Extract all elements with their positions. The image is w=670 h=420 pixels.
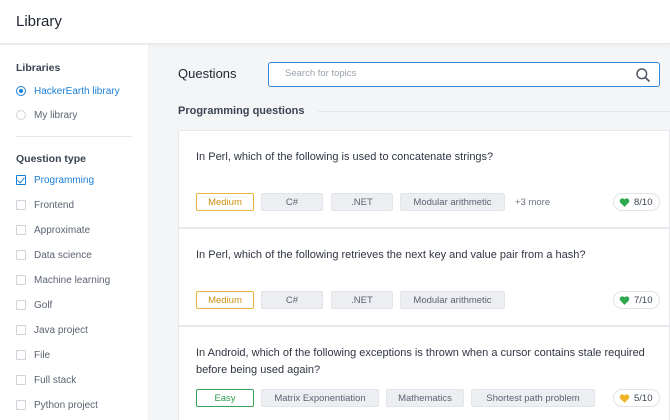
question-text[interactable]: In Perl, which of the following is used … [196, 149, 656, 166]
library-option-label: My library [34, 109, 78, 121]
question-type-label: Java project [34, 324, 88, 336]
library-option-hackerearth[interactable]: HackerEarth library [16, 83, 120, 99]
question-type-java-project[interactable]: Java project [16, 322, 88, 338]
question-type-label: Approximate [34, 224, 91, 236]
questions-title: Questions [178, 66, 237, 81]
checkbox-checked-icon[interactable] [16, 175, 26, 185]
question-type-label: Frontend [34, 199, 75, 211]
question-type-file[interactable]: File [16, 347, 50, 363]
score-value: 7/10 [634, 294, 653, 306]
question-card[interactable]: In Android, which of the following excep… [178, 326, 670, 420]
checkbox-icon[interactable] [16, 325, 26, 335]
sidebar: Libraries HackerEarth library My library… [0, 45, 149, 420]
tag-badge[interactable]: Matrix Exponentiation [261, 389, 379, 407]
search-box[interactable] [268, 62, 660, 87]
difficulty-badge: Medium [196, 291, 254, 309]
difficulty-badge: Medium [196, 193, 254, 211]
tag-badge[interactable]: C# [261, 291, 323, 309]
question-type-approximate[interactable]: Approximate [16, 222, 90, 238]
score-badge: 8/10 [613, 193, 660, 211]
question-type-programming[interactable]: Programming [16, 172, 94, 188]
question-type-machine-learning[interactable]: Machine learning [16, 272, 110, 288]
tag-badge[interactable]: Shortest path problem [471, 389, 595, 407]
section-divider [318, 111, 670, 112]
question-text[interactable]: In Perl, which of the following retrieve… [196, 247, 656, 264]
question-card[interactable]: In Perl, which of the following retrieve… [178, 228, 670, 326]
question-card[interactable]: In Perl, which of the following is used … [178, 130, 670, 228]
tag-badge[interactable]: .NET [331, 291, 393, 309]
checkbox-icon[interactable] [16, 350, 26, 360]
question-type-label: Golf [34, 299, 53, 311]
score-value: 8/10 [634, 196, 653, 208]
checkbox-icon[interactable] [16, 250, 26, 260]
search-input[interactable] [285, 68, 625, 79]
score-value: 5/10 [634, 392, 653, 404]
question-type-frontend[interactable]: Frontend [16, 197, 74, 213]
tag-badge[interactable]: .NET [331, 193, 393, 211]
question-type-label: File [34, 349, 51, 361]
checkbox-icon[interactable] [16, 275, 26, 285]
section-title: Programming questions [178, 105, 305, 117]
question-type-golf[interactable]: Golf [16, 297, 52, 313]
tag-badge[interactable]: C# [261, 193, 323, 211]
libraries-heading: Libraries [16, 62, 61, 74]
checkbox-icon[interactable] [16, 375, 26, 385]
question-type-label: Machine learning [34, 274, 111, 286]
question-type-label: Programming [34, 174, 95, 186]
question-type-data-science[interactable]: Data science [16, 247, 92, 263]
checkbox-icon[interactable] [16, 400, 26, 410]
radio-icon[interactable] [16, 110, 26, 120]
library-option-my-library[interactable]: My library [16, 107, 77, 123]
score-badge: 7/10 [613, 291, 660, 309]
question-type-label: Python project [34, 399, 98, 411]
radio-selected-icon[interactable] [16, 86, 26, 96]
search-icon[interactable] [635, 67, 651, 83]
sidebar-divider [16, 136, 132, 137]
question-type-full-stack[interactable]: Full stack [16, 372, 76, 388]
question-type-label: Full stack [34, 374, 77, 386]
checkbox-icon[interactable] [16, 200, 26, 210]
page-title: Library [16, 13, 62, 30]
tag-badge[interactable]: Modular arithmetic [400, 193, 505, 211]
question-text[interactable]: In Android, which of the following excep… [196, 345, 656, 379]
checkbox-icon[interactable] [16, 225, 26, 235]
score-badge: 5/10 [613, 389, 660, 407]
more-tags-link[interactable]: +3 more [515, 193, 550, 211]
question-type-python-project[interactable]: Python project [16, 397, 98, 413]
question-type-heading: Question type [16, 153, 87, 165]
green-heart-icon [619, 295, 630, 305]
question-type-label: Data science [34, 249, 92, 261]
checkbox-icon[interactable] [16, 300, 26, 310]
tag-badge[interactable]: Modular arithmetic [400, 291, 505, 309]
yellow-heart-icon [619, 393, 630, 403]
top-bar: Library [0, 0, 670, 44]
green-heart-icon [619, 197, 630, 207]
library-option-label: HackerEarth library [34, 85, 120, 97]
tag-badge[interactable]: Mathematics [386, 389, 464, 407]
difficulty-badge: Easy [196, 389, 254, 407]
